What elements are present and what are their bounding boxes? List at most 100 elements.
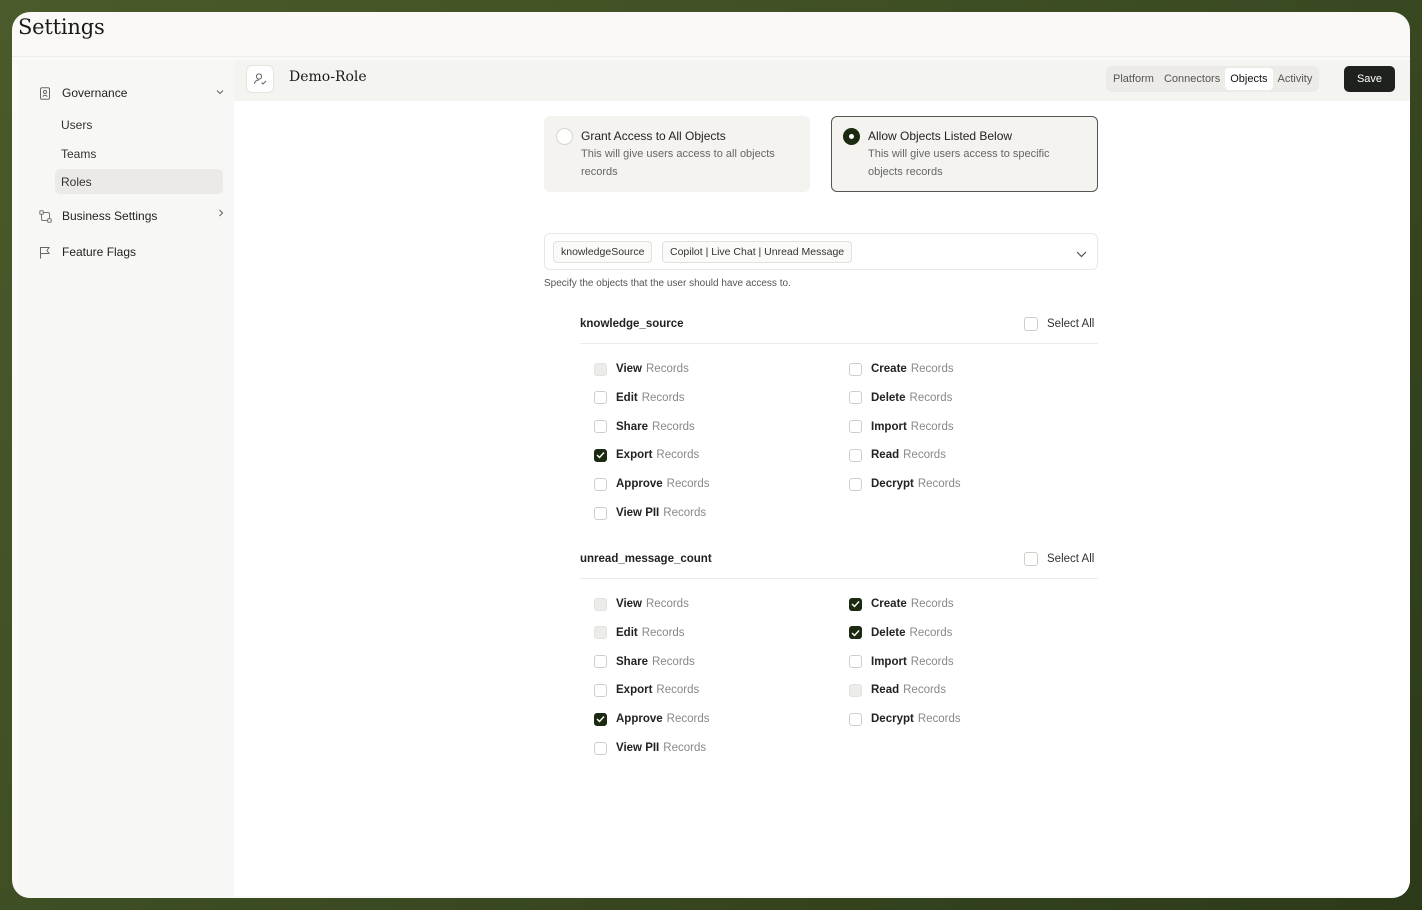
checkbox-box[interactable] <box>849 448 862 462</box>
checkbox-box[interactable] <box>849 391 862 405</box>
checkmark-icon[interactable] <box>849 597 862 611</box>
tab-activity[interactable]: Activity <box>1273 68 1318 90</box>
permission-name: Decrypt <box>871 713 914 726</box>
permission-create-checkbox[interactable]: Create Records <box>849 595 954 613</box>
permission-delete-checkbox[interactable]: Delete Records <box>849 624 952 642</box>
checkbox-box[interactable] <box>594 683 607 697</box>
checkbox-box[interactable] <box>594 655 607 669</box>
permission-name: Export <box>616 684 653 697</box>
permission-view-checkbox: View Records <box>594 360 689 378</box>
allow-listed-option[interactable]: Allow Objects Listed Below This will giv… <box>831 116 1098 192</box>
allow-listed-radio[interactable] <box>843 128 860 145</box>
chevron-right-icon[interactable] <box>218 209 224 220</box>
save-button[interactable]: Save <box>1344 66 1395 92</box>
checkbox-box[interactable] <box>594 391 607 405</box>
sidebar-item-feature-flags[interactable]: Feature Flags <box>38 240 136 264</box>
workflow-icon <box>38 209 52 223</box>
object-section-title: knowledge_source <box>580 318 684 330</box>
checkbox-box[interactable] <box>594 420 607 434</box>
sidebar-item-business-settings[interactable]: Business Settings <box>38 204 157 228</box>
records-label: Records <box>909 626 953 639</box>
permission-name: Read <box>871 449 900 462</box>
permission-name: Approve <box>616 713 663 726</box>
object-chip[interactable]: Copilot | Live Chat | Unread Message <box>662 241 853 263</box>
permission-name: View <box>616 598 642 610</box>
permission-share-checkbox[interactable]: Share Records <box>594 653 695 671</box>
select-all-label: Select All <box>1047 553 1095 565</box>
records-label: Records <box>909 391 953 404</box>
permission-import-checkbox[interactable]: Import Records <box>849 653 954 671</box>
checkmark-icon[interactable] <box>594 448 607 462</box>
checkbox-box[interactable] <box>1024 552 1038 566</box>
permission-share-checkbox[interactable]: Share Records <box>594 418 695 436</box>
permission-edit-checkbox[interactable]: Edit Records <box>594 389 685 407</box>
permission-export-checkbox[interactable]: Export Records <box>594 446 699 464</box>
section-divider <box>580 343 1098 344</box>
checkbox-box[interactable] <box>594 506 607 520</box>
records-label: Records <box>641 391 685 404</box>
permission-create-checkbox[interactable]: Create Records <box>849 360 954 378</box>
permission-read-checkbox[interactable]: Read Records <box>849 446 946 464</box>
checkbox-box[interactable] <box>849 362 862 376</box>
permission-view-pii-checkbox[interactable]: View PII Records <box>594 739 706 757</box>
select-all-checkbox[interactable]: Select All <box>1024 317 1094 331</box>
tab-connectors[interactable]: Connectors <box>1159 68 1225 90</box>
grant-all-option[interactable]: Grant Access to All Objects This will gi… <box>544 116 810 192</box>
records-label: Records <box>656 449 700 462</box>
permission-name: View <box>616 363 642 375</box>
permission-import-checkbox[interactable]: Import Records <box>849 418 954 436</box>
records-label: Records <box>663 507 707 519</box>
chevron-down-icon[interactable] <box>216 87 224 98</box>
permission-name: Edit <box>616 391 638 404</box>
checkbox-box[interactable] <box>849 477 862 491</box>
tab-platform[interactable]: Platform <box>1108 68 1159 90</box>
checkmark-icon[interactable] <box>849 626 862 640</box>
checkbox-box[interactable] <box>1024 317 1038 331</box>
tab-objects[interactable]: Objects <box>1225 68 1273 90</box>
checkbox-box[interactable] <box>594 741 607 755</box>
section-divider <box>580 578 1098 579</box>
sidebar-item-label: Feature Flags <box>62 245 137 259</box>
checkbox-box[interactable] <box>849 655 862 669</box>
permission-export-checkbox[interactable]: Export Records <box>594 681 699 699</box>
permission-decrypt-checkbox[interactable]: Decrypt Records <box>849 475 961 493</box>
permission-approve-checkbox[interactable]: Approve Records <box>594 475 709 493</box>
records-label: Records <box>903 684 946 697</box>
checkbox-box <box>594 597 607 611</box>
records-label: Records <box>917 713 961 726</box>
main-panel: Demo-Role Platform Connectors Objects Ac… <box>234 60 1410 896</box>
permission-name: View PII <box>616 742 660 754</box>
settings-window: Settings Governance Users Teams Roles Bu… <box>12 12 1410 898</box>
permission-name: Share <box>616 655 648 668</box>
object-chip[interactable]: knowledgeSource <box>553 241 653 263</box>
checkbox-box <box>849 683 862 697</box>
option-description: This will give users access to all objec… <box>581 148 775 178</box>
objects-multiselect[interactable]: knowledgeSource Copilot | Live Chat | Un… <box>544 233 1098 270</box>
permission-view-pii-checkbox[interactable]: View PII Records <box>594 504 706 522</box>
permission-name: Create <box>871 363 907 375</box>
sidebar-item-label: Governance <box>62 86 128 100</box>
sidebar-item-roles[interactable]: Roles <box>55 169 223 194</box>
permission-name: Decrypt <box>871 478 914 491</box>
checkbox-box[interactable] <box>849 420 862 434</box>
permission-delete-checkbox[interactable]: Delete Records <box>849 389 952 407</box>
sidebar-item-teams[interactable]: Teams <box>55 141 223 166</box>
checkbox-box <box>594 362 607 376</box>
grant-all-radio[interactable] <box>556 128 573 145</box>
permission-decrypt-checkbox[interactable]: Decrypt Records <box>849 710 961 728</box>
sidebar-item-users[interactable]: Users <box>55 112 223 137</box>
permission-name: Edit <box>616 626 638 639</box>
checkbox-box[interactable] <box>849 712 862 726</box>
records-label: Records <box>641 626 685 639</box>
permission-approve-checkbox[interactable]: Approve Records <box>594 710 709 728</box>
records-label: Records <box>910 420 954 433</box>
checkmark-icon[interactable] <box>594 712 607 726</box>
sidebar: Governance Users Teams Roles Business Se… <box>18 60 234 898</box>
app-title: Settings <box>18 15 105 39</box>
select-all-checkbox[interactable]: Select All <box>1024 552 1094 566</box>
chevron-down-icon[interactable] <box>1076 245 1087 263</box>
records-label: Records <box>666 478 710 491</box>
sidebar-item-governance[interactable]: Governance <box>38 81 127 105</box>
object-section-title: unread_message_count <box>580 553 712 565</box>
checkbox-box[interactable] <box>594 477 607 491</box>
